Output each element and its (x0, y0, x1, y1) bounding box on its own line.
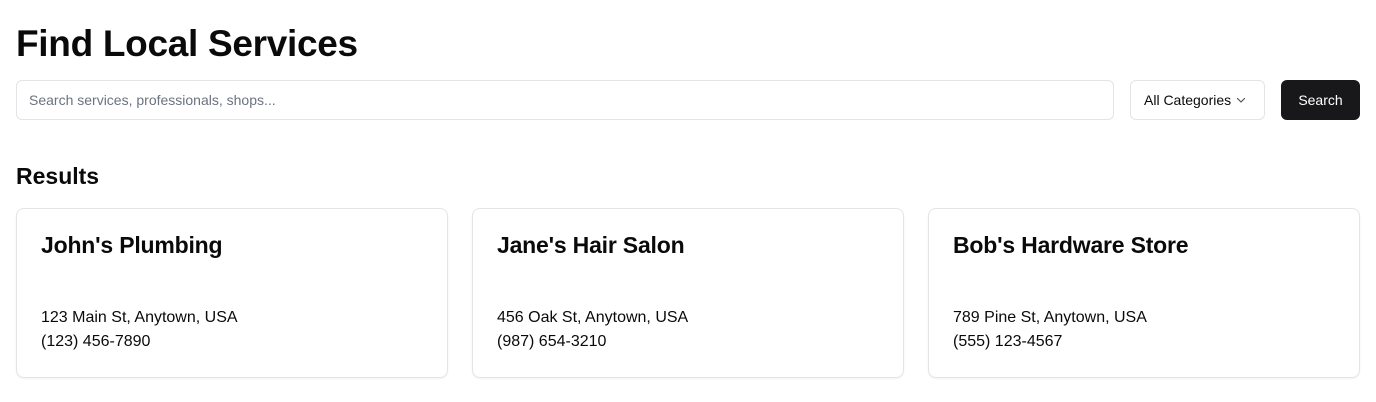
result-card[interactable]: John's Plumbing 123 Main St, Anytown, US… (16, 208, 448, 378)
search-button[interactable]: Search (1281, 80, 1360, 120)
result-card-address: 123 Main St, Anytown, USA (41, 309, 238, 326)
category-select[interactable]: All Categories (1130, 80, 1265, 120)
result-card[interactable]: Bob's Hardware Store 789 Pine St, Anytow… (928, 208, 1360, 378)
result-card-name: John's Plumbing (41, 232, 223, 258)
result-card-name: Jane's Hair Salon (497, 232, 685, 258)
page-title: Find Local Services (16, 23, 358, 64)
result-card-name: Bob's Hardware Store (953, 232, 1189, 258)
results-list: John's Plumbing 123 Main St, Anytown, US… (16, 208, 1360, 378)
search-bar: All Categories Search (16, 80, 1360, 120)
category-select-value: All Categories (1144, 92, 1232, 108)
result-card[interactable]: Jane's Hair Salon 456 Oak St, Anytown, U… (472, 208, 904, 378)
result-card-phone: (555) 123-4567 (953, 333, 1063, 350)
result-card-phone: (123) 456-7890 (41, 333, 151, 350)
search-input[interactable] (16, 80, 1114, 120)
result-card-address: 456 Oak St, Anytown, USA (497, 309, 689, 326)
chevron-down-icon (1235, 94, 1247, 106)
result-card-address: 789 Pine St, Anytown, USA (953, 309, 1147, 326)
results-heading: Results (16, 163, 100, 189)
result-card-phone: (987) 654-3210 (497, 333, 607, 350)
